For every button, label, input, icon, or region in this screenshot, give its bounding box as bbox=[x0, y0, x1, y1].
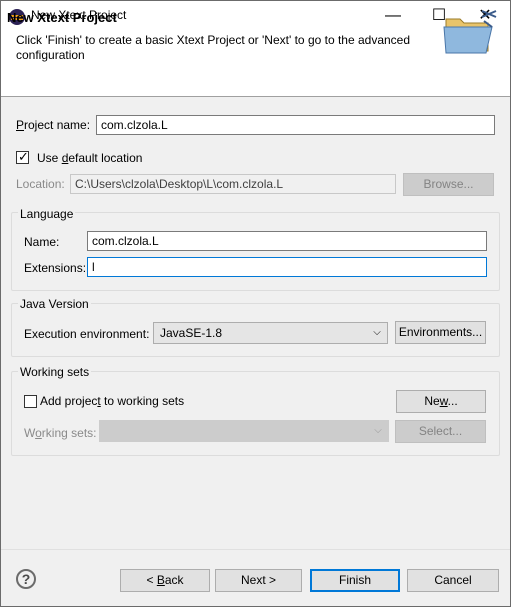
working-sets-group-title: Working sets bbox=[18, 365, 92, 379]
language-name-label: Name: bbox=[24, 235, 60, 249]
add-to-working-sets-checkbox[interactable] bbox=[24, 395, 37, 408]
execution-environment-select[interactable]: JavaSE-1.8 ⌵ bbox=[153, 322, 388, 344]
language-name-input[interactable]: com.clzola.L bbox=[87, 231, 487, 251]
cancel-button[interactable]: Cancel bbox=[407, 569, 499, 592]
browse-button[interactable]: Browse... bbox=[403, 173, 494, 196]
wizard-title: New Xtext Project bbox=[7, 10, 117, 25]
chevron-down-icon: ⌵ bbox=[373, 327, 381, 338]
extensions-label: Extensions: bbox=[24, 261, 87, 275]
working-sets-label: Working sets: bbox=[24, 426, 97, 440]
help-icon[interactable]: ? bbox=[16, 569, 36, 589]
project-name-label: Project name: bbox=[16, 118, 91, 132]
project-name-input[interactable]: com.clzola.L bbox=[96, 115, 495, 135]
use-default-location-label[interactable]: Use default location bbox=[37, 151, 142, 165]
working-sets-group bbox=[11, 371, 500, 456]
finish-button[interactable]: Finish bbox=[310, 569, 400, 592]
minimize-button[interactable]: — bbox=[370, 1, 416, 30]
java-version-group-title: Java Version bbox=[18, 297, 91, 311]
language-group-title: Language bbox=[18, 207, 76, 221]
language-group bbox=[11, 212, 500, 291]
back-button[interactable]: < Back bbox=[120, 569, 210, 592]
environments-button[interactable]: Environments... bbox=[395, 321, 486, 344]
chevron-down-icon: ⌵ bbox=[374, 425, 382, 436]
new-project-folder-icon bbox=[443, 10, 497, 54]
extensions-input[interactable]: l bbox=[87, 257, 487, 277]
location-input[interactable]: C:\Users\clzola\Desktop\L\com.clzola.L bbox=[70, 174, 396, 194]
new-working-set-button[interactable]: New... bbox=[396, 390, 486, 413]
use-default-location-checkbox[interactable] bbox=[16, 149, 30, 165]
next-button[interactable]: Next > bbox=[215, 569, 302, 592]
add-to-working-sets-label[interactable]: Add project to working sets bbox=[40, 394, 184, 408]
select-working-sets-button[interactable]: Select... bbox=[395, 420, 486, 443]
execution-environment-value: JavaSE-1.8 bbox=[160, 326, 223, 340]
working-sets-select[interactable]: ⌵ bbox=[99, 420, 389, 442]
footer-divider bbox=[1, 549, 510, 550]
location-label: Location: bbox=[16, 177, 65, 191]
wizard-description: Click 'Finish' to create a basic Xtext P… bbox=[16, 33, 411, 62]
execution-environment-label: Execution environment: bbox=[24, 327, 150, 341]
